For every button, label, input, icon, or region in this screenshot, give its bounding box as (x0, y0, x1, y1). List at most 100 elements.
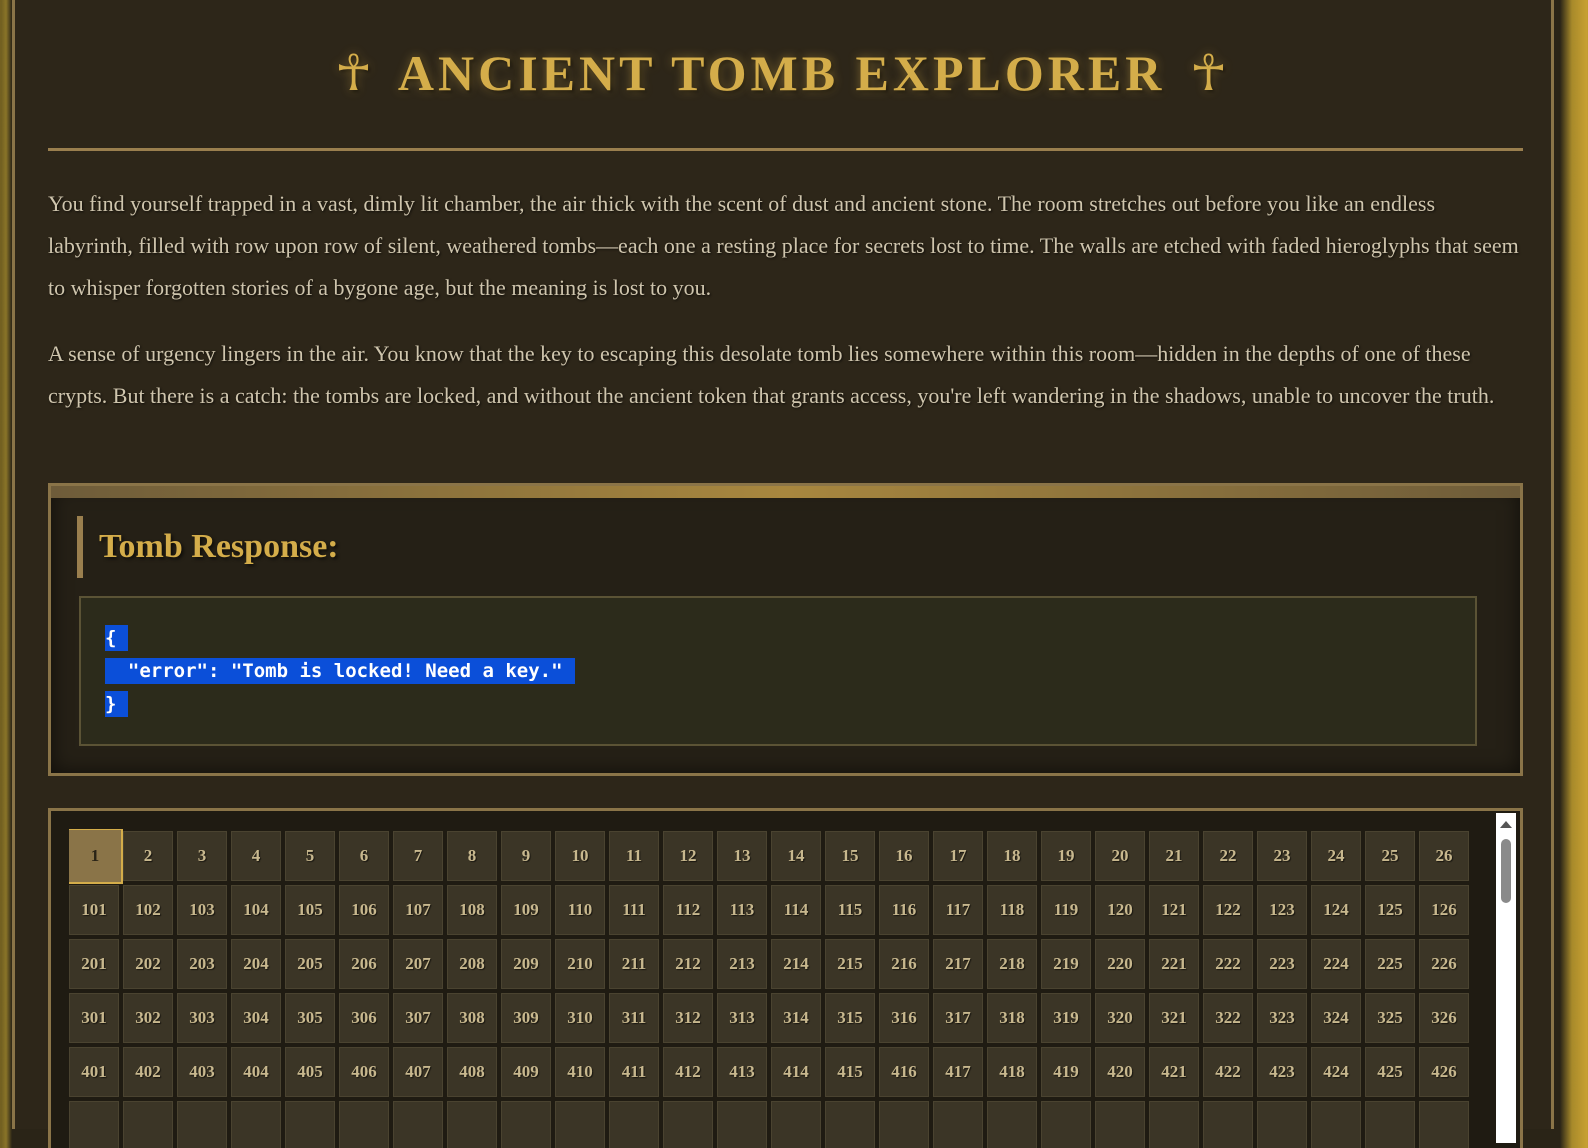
tomb-button[interactable]: 203 (177, 939, 227, 989)
tomb-button[interactable]: 108 (447, 885, 497, 935)
tomb-button[interactable]: 318 (987, 993, 1037, 1043)
tomb-button[interactable]: 7 (393, 831, 443, 881)
tomb-button[interactable]: 304 (231, 993, 281, 1043)
tomb-button[interactable] (1203, 1101, 1253, 1148)
tomb-button[interactable]: 114 (771, 885, 821, 935)
tomb-button[interactable]: 320 (1095, 993, 1145, 1043)
tomb-button[interactable]: 419 (1041, 1047, 1091, 1097)
tomb-button[interactable] (771, 1101, 821, 1148)
tomb-button[interactable]: 317 (933, 993, 983, 1043)
tomb-button[interactable]: 103 (177, 885, 227, 935)
tomb-button[interactable]: 305 (285, 993, 335, 1043)
tomb-button[interactable]: 313 (717, 993, 767, 1043)
tomb-button[interactable]: 107 (393, 885, 443, 935)
tomb-button[interactable]: 321 (1149, 993, 1199, 1043)
tomb-button[interactable] (501, 1101, 551, 1148)
tomb-button[interactable] (339, 1101, 389, 1148)
tomb-button[interactable]: 126 (1419, 885, 1469, 935)
tomb-button[interactable]: 309 (501, 993, 551, 1043)
tomb-button[interactable]: 401 (69, 1047, 119, 1097)
tomb-button[interactable]: 105 (285, 885, 335, 935)
tomb-button[interactable]: 21 (1149, 831, 1199, 881)
tomb-button[interactable]: 423 (1257, 1047, 1307, 1097)
tomb-button[interactable]: 315 (825, 993, 875, 1043)
tomb-button[interactable]: 211 (609, 939, 659, 989)
tomb-button[interactable]: 5 (285, 831, 335, 881)
tomb-button[interactable]: 11 (609, 831, 659, 881)
tomb-button[interactable]: 122 (1203, 885, 1253, 935)
tomb-button[interactable] (987, 1101, 1037, 1148)
tomb-button[interactable] (879, 1101, 929, 1148)
tomb-button[interactable]: 117 (933, 885, 983, 935)
tomb-button[interactable]: 215 (825, 939, 875, 989)
scroll-up-arrow-icon[interactable] (1500, 821, 1512, 828)
tomb-button[interactable] (825, 1101, 875, 1148)
response-json[interactable]: { "error": "Tomb is locked! Need a key."… (105, 622, 1451, 721)
tomb-button[interactable]: 413 (717, 1047, 767, 1097)
tomb-button[interactable]: 213 (717, 939, 767, 989)
tomb-button[interactable] (555, 1101, 605, 1148)
tomb-button[interactable]: 217 (933, 939, 983, 989)
tomb-button[interactable]: 311 (609, 993, 659, 1043)
tomb-button[interactable] (447, 1101, 497, 1148)
tomb-button[interactable]: 426 (1419, 1047, 1469, 1097)
tomb-button[interactable]: 301 (69, 993, 119, 1043)
tomb-button[interactable] (1257, 1101, 1307, 1148)
tomb-button[interactable]: 15 (825, 831, 875, 881)
tomb-button[interactable]: 109 (501, 885, 551, 935)
tomb-button[interactable]: 414 (771, 1047, 821, 1097)
tomb-button[interactable]: 319 (1041, 993, 1091, 1043)
tomb-button[interactable] (1365, 1101, 1415, 1148)
tomb-button[interactable]: 212 (663, 939, 713, 989)
tomb-button[interactable]: 8 (447, 831, 497, 881)
tomb-button[interactable]: 424 (1311, 1047, 1361, 1097)
tomb-button[interactable]: 13 (717, 831, 767, 881)
grid-scrollbar[interactable] (1496, 813, 1516, 1143)
tomb-button[interactable]: 402 (123, 1047, 173, 1097)
tomb-button[interactable]: 220 (1095, 939, 1145, 989)
tomb-button[interactable]: 409 (501, 1047, 551, 1097)
tomb-button[interactable]: 120 (1095, 885, 1145, 935)
tomb-button[interactable]: 404 (231, 1047, 281, 1097)
tomb-button[interactable]: 403 (177, 1047, 227, 1097)
tomb-button[interactable]: 16 (879, 831, 929, 881)
tomb-button[interactable]: 312 (663, 993, 713, 1043)
tomb-button[interactable]: 204 (231, 939, 281, 989)
tomb-button[interactable] (1149, 1101, 1199, 1148)
tomb-button[interactable] (69, 1101, 119, 1148)
tomb-button[interactable]: 112 (663, 885, 713, 935)
tomb-button[interactable]: 310 (555, 993, 605, 1043)
tomb-button[interactable]: 113 (717, 885, 767, 935)
tomb-button[interactable]: 209 (501, 939, 551, 989)
tomb-button[interactable]: 219 (1041, 939, 1091, 989)
tomb-button[interactable]: 116 (879, 885, 929, 935)
tomb-button[interactable]: 2 (123, 831, 173, 881)
tomb-button[interactable]: 411 (609, 1047, 659, 1097)
tomb-button[interactable]: 101 (69, 885, 119, 935)
tomb-button[interactable]: 314 (771, 993, 821, 1043)
tomb-button[interactable]: 201 (69, 939, 119, 989)
tomb-button[interactable] (717, 1101, 767, 1148)
tomb-button[interactable] (1419, 1101, 1469, 1148)
tomb-button[interactable] (663, 1101, 713, 1148)
tomb-button[interactable]: 308 (447, 993, 497, 1043)
tomb-button[interactable]: 22 (1203, 831, 1253, 881)
tomb-button[interactable] (177, 1101, 227, 1148)
tomb-button[interactable]: 216 (879, 939, 929, 989)
tomb-button[interactable]: 421 (1149, 1047, 1199, 1097)
tomb-button[interactable]: 208 (447, 939, 497, 989)
tomb-button[interactable]: 303 (177, 993, 227, 1043)
tomb-button[interactable]: 9 (501, 831, 551, 881)
tomb-button[interactable]: 307 (393, 993, 443, 1043)
tomb-button[interactable] (123, 1101, 173, 1148)
tomb-button[interactable] (609, 1101, 659, 1148)
response-code-box[interactable]: { "error": "Tomb is locked! Need a key."… (79, 596, 1477, 746)
tomb-button[interactable]: 10 (555, 831, 605, 881)
tomb-button[interactable]: 202 (123, 939, 173, 989)
tomb-button[interactable]: 210 (555, 939, 605, 989)
tomb-button[interactable]: 226 (1419, 939, 1469, 989)
tomb-button[interactable]: 324 (1311, 993, 1361, 1043)
tomb-button[interactable]: 118 (987, 885, 1037, 935)
tomb-button[interactable]: 3 (177, 831, 227, 881)
tomb-button[interactable]: 6 (339, 831, 389, 881)
